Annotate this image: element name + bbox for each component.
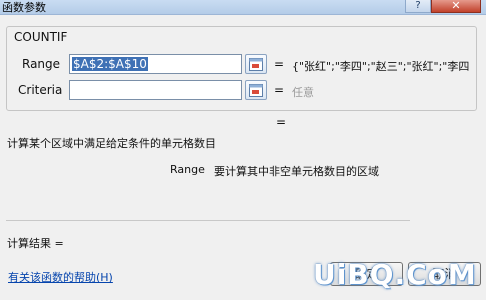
calc-result-label: 计算结果 = (7, 237, 64, 250)
help-button[interactable]: ? (405, 0, 431, 13)
site-watermark: UiBQ.CoM (313, 258, 477, 291)
criteria-result: 任意 (292, 86, 314, 99)
close-button[interactable]: ✕ (431, 0, 481, 13)
divider (6, 220, 410, 221)
collapse-dialog-icon (249, 84, 263, 97)
function-name: COUNTIF (14, 30, 68, 44)
range-input-value: $A$2:$A$10 (72, 57, 148, 71)
arg-help-text: 要计算其中非空单元格数目的区域 (214, 165, 379, 178)
criteria-label: Criteria (18, 83, 63, 97)
collapse-dialog-icon (249, 58, 263, 71)
arg-help-name: Range (170, 163, 205, 176)
range-result: {"张红";"李四";"赵三";"张红";"李四 (292, 60, 470, 73)
formula-result-equals: = (276, 115, 287, 129)
range-collapse-button[interactable] (245, 54, 267, 74)
function-description: 计算某个区域中满足给定条件的单元格数目 (7, 137, 216, 150)
dialog-title: 函数参数 (2, 1, 46, 14)
close-icon: ✕ (451, 0, 461, 12)
criteria-input[interactable] (69, 80, 242, 100)
range-equals: = (274, 57, 285, 71)
criteria-equals: = (274, 83, 285, 97)
question-icon: ? (415, 0, 421, 11)
function-help-link[interactable]: 有关该函数的帮助(H) (8, 269, 113, 285)
range-label: Range (22, 57, 61, 71)
range-input[interactable]: $A$2:$A$10 (69, 54, 242, 74)
criteria-collapse-button[interactable] (245, 80, 267, 100)
